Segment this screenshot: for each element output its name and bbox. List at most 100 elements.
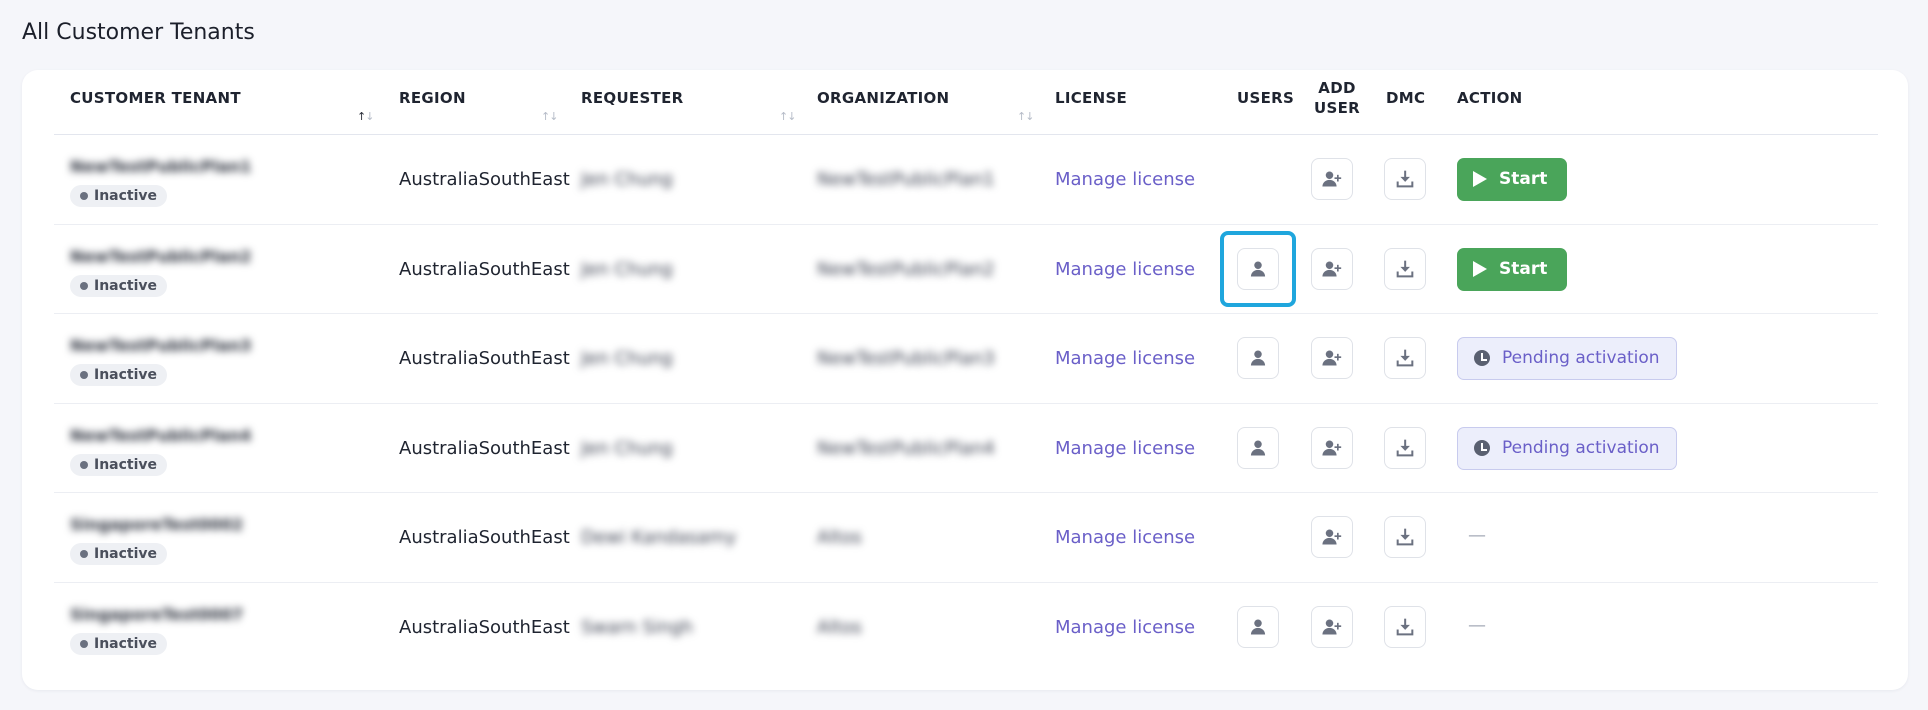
tenant-name[interactable]: NewTestPublicPlan3 — [70, 336, 251, 355]
pending-activation-button[interactable]: Pending activation — [1457, 337, 1677, 380]
user-plus-icon — [1322, 617, 1342, 637]
organization-cell: NewTestPublicPlan1 — [817, 169, 995, 190]
requester-cell: Jen Chung — [581, 437, 673, 459]
manage-license-link[interactable]: Manage license — [1055, 438, 1195, 459]
add-user-button[interactable] — [1311, 605, 1353, 648]
organization-cell: Altos — [817, 527, 862, 548]
add-user-button[interactable] — [1311, 158, 1353, 200]
download-icon — [1395, 259, 1415, 279]
page-title: All Customer Tenants — [22, 20, 255, 45]
download-icon — [1395, 348, 1415, 368]
sort-organization-icon[interactable]: ↑↓ — [1017, 110, 1034, 123]
dmc-download-button[interactable] — [1384, 337, 1426, 379]
user-plus-icon — [1322, 438, 1342, 458]
view-users-button[interactable] — [1237, 426, 1279, 469]
status-badge: Inactive — [70, 543, 168, 565]
add-user-button[interactable] — [1311, 516, 1353, 558]
manage-license-link[interactable]: Manage license — [1055, 259, 1195, 280]
region-cell: AustraliaSouthEast — [399, 169, 570, 190]
col-organization[interactable]: ORGANIZATION — [817, 88, 949, 108]
requester-cell: Jen Chung — [581, 169, 673, 190]
col-users: USERS — [1237, 89, 1295, 107]
status-badge: Inactive — [70, 274, 168, 297]
organization-cell: Altos — [817, 616, 862, 638]
col-action: ACTION — [1457, 89, 1523, 107]
manage-license-link[interactable]: Manage license — [1055, 527, 1195, 548]
col-license: LICENSE — [1055, 89, 1128, 107]
user-plus-icon — [1322, 527, 1342, 547]
sort-requester-icon[interactable]: ↑↓ — [779, 110, 796, 123]
add-user-button[interactable] — [1311, 426, 1353, 469]
table-row: SingaporeTest0002 Inactive AustraliaSouthE… — [54, 493, 1878, 583]
user-icon — [1248, 348, 1268, 368]
requester-cell: Jen Chung — [581, 348, 673, 369]
view-users-button[interactable] — [1237, 337, 1279, 379]
sort-region-icon[interactable]: ↑↓ — [541, 110, 558, 123]
col-customer-tenant[interactable]: CUSTOMER TENANT — [70, 88, 241, 108]
col-requester[interactable]: REQUESTER — [581, 88, 684, 108]
user-icon — [1248, 617, 1268, 637]
user-icon — [1248, 438, 1268, 458]
region-cell: AustraliaSouthEast — [399, 527, 570, 548]
user-plus-icon — [1322, 169, 1342, 189]
tenants-table: CUSTOMER TENANT ↑↓ REGION ↑↓ REQUESTER ↑… — [54, 70, 1878, 672]
download-icon — [1395, 527, 1415, 547]
status-badge: Inactive — [70, 453, 168, 476]
organization-cell: NewTestPublicPlan4 — [817, 437, 995, 459]
table-row: NewTestPublicPlan4 Inactive AustraliaSouth… — [54, 404, 1878, 493]
region-cell: AustraliaSouthEast — [399, 258, 570, 280]
table-header: CUSTOMER TENANT ↑↓ REGION ↑↓ REQUESTER ↑… — [54, 70, 1878, 135]
dmc-download-button[interactable] — [1384, 158, 1426, 200]
dmc-download-button[interactable] — [1384, 247, 1426, 290]
user-plus-icon — [1322, 259, 1342, 279]
pending-activation-button[interactable]: Pending activation — [1457, 426, 1677, 470]
view-users-button[interactable] — [1237, 605, 1279, 648]
table-row: SingaporeTest0007 Inactive AustraliaSouthE… — [54, 583, 1878, 673]
table-body: NewTestPublicPlan1 Inactive AustraliaSouth… — [54, 135, 1878, 672]
view-users-button[interactable] — [1237, 247, 1279, 290]
table-row: NewTestPublicPlan2 Inactive AustraliaSouth… — [54, 225, 1878, 314]
user-plus-icon — [1322, 348, 1342, 368]
region-cell: AustraliaSouthEast — [399, 437, 570, 459]
status-badge: Inactive — [70, 364, 168, 386]
start-button[interactable]: Start — [1457, 247, 1568, 291]
col-region[interactable]: REGION — [399, 88, 466, 108]
tenant-name[interactable]: SingaporeTest0007 — [70, 605, 243, 624]
manage-license-link[interactable]: Manage license — [1055, 169, 1195, 190]
tenant-name[interactable]: NewTestPublicPlan1 — [70, 157, 251, 176]
requester-cell: Swarn Singh — [581, 616, 694, 638]
start-button[interactable]: Start — [1457, 158, 1568, 201]
status-badge: Inactive — [70, 185, 168, 207]
play-icon — [1473, 260, 1487, 277]
download-icon — [1395, 169, 1415, 189]
clock-icon — [1474, 439, 1490, 456]
user-icon — [1248, 259, 1268, 279]
download-icon — [1395, 617, 1415, 637]
col-add-user: ADD USER — [1314, 79, 1360, 117]
no-action-dash: — — [1468, 525, 1486, 546]
tenants-card: CUSTOMER TENANT ↑↓ REGION ↑↓ REQUESTER ↑… — [22, 70, 1908, 690]
organization-cell: NewTestPublicPlan3 — [817, 348, 995, 369]
manage-license-link[interactable]: Manage license — [1055, 617, 1195, 638]
dmc-download-button[interactable] — [1384, 426, 1426, 469]
dmc-download-button[interactable] — [1384, 516, 1426, 558]
add-user-button[interactable] — [1311, 337, 1353, 379]
table-row: NewTestPublicPlan3 Inactive AustraliaSouth… — [54, 314, 1878, 404]
table-row: NewTestPublicPlan1 Inactive AustraliaSouth… — [54, 135, 1878, 225]
sort-customer-tenant-icon[interactable]: ↑↓ — [357, 110, 374, 123]
download-icon — [1395, 438, 1415, 458]
col-dmc: DMC — [1386, 89, 1426, 107]
dmc-download-button[interactable] — [1384, 605, 1426, 648]
tenant-name[interactable]: NewTestPublicPlan2 — [70, 247, 251, 266]
region-cell: AustraliaSouthEast — [399, 348, 570, 369]
add-user-button[interactable] — [1311, 247, 1353, 290]
tenant-name[interactable]: NewTestPublicPlan4 — [70, 426, 251, 445]
no-action-dash: — — [1468, 614, 1486, 636]
manage-license-link[interactable]: Manage license — [1055, 348, 1195, 369]
organization-cell: NewTestPublicPlan2 — [817, 258, 995, 280]
tenant-name[interactable]: SingaporeTest0002 — [70, 515, 243, 534]
requester-cell: Jen Chung — [581, 258, 673, 280]
requester-cell: Dewi Kandasamy — [581, 527, 737, 548]
clock-icon — [1474, 350, 1490, 366]
play-icon — [1473, 171, 1487, 187]
